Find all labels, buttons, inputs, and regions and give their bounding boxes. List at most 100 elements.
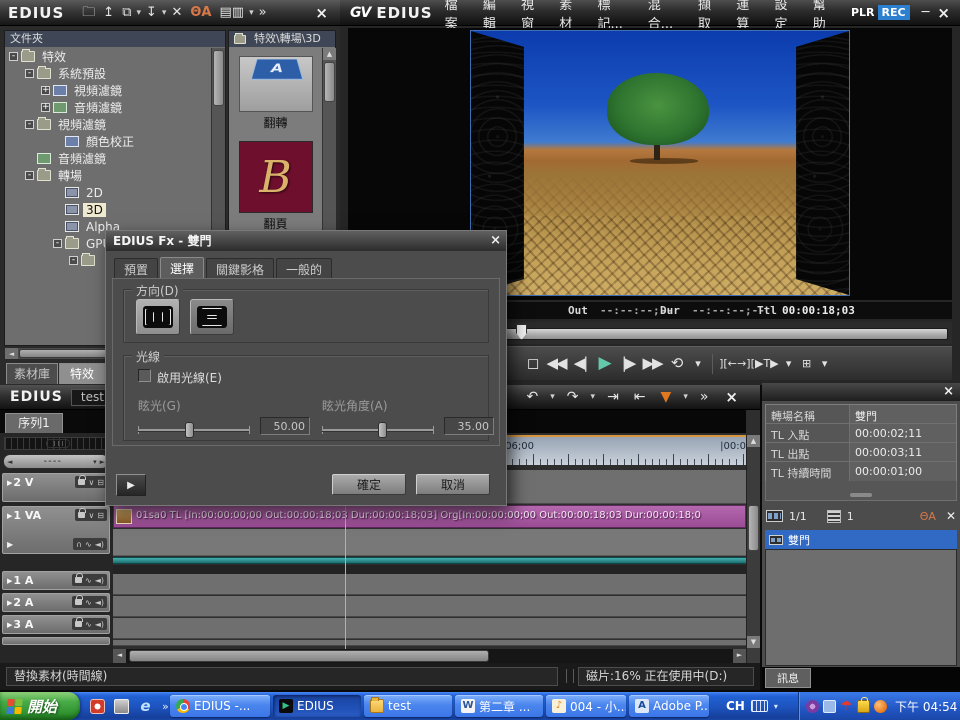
direction-vertical-button[interactable] xyxy=(190,299,234,335)
track-speaker-icon[interactable]: ◄) xyxy=(95,620,104,629)
taskbtn-edius[interactable]: ▶ EDIUS xyxy=(273,695,361,717)
taskbtn-chapter2-doc[interactable]: W 第二章 ... xyxy=(455,695,543,717)
timeline-hscrollbar[interactable]: ◄ ► xyxy=(113,649,746,663)
track-eye-icon[interactable]: ∨ xyxy=(88,478,94,487)
taskbtn-edius-browser[interactable]: EDIUS -... xyxy=(170,695,270,717)
track-expand-icon[interactable]: ▶ xyxy=(7,512,12,520)
track-header-2v[interactable]: ▶2 V ∨⊟ xyxy=(2,473,110,502)
tree-scrollbar-thumb[interactable] xyxy=(213,50,224,106)
fast-forward-button[interactable]: ▶▶ xyxy=(640,356,664,371)
track-lock-icon[interactable] xyxy=(75,621,82,627)
quicklaunch-record-icon[interactable] xyxy=(90,699,105,714)
clip-lower-row[interactable] xyxy=(113,529,746,556)
menu-settings[interactable]: 設定 xyxy=(775,0,800,32)
tray-lock-icon[interactable] xyxy=(857,700,870,713)
track-waveform-icon[interactable]: ∿ xyxy=(85,576,92,585)
menu-clip[interactable]: 素材 xyxy=(559,0,584,32)
open-folder-icon[interactable]: 🗀 xyxy=(78,6,99,19)
track-lock-icon[interactable] xyxy=(78,479,85,485)
track-waveform-icon[interactable]: ∿ xyxy=(85,620,92,629)
track-lock-icon[interactable] xyxy=(78,512,85,518)
play-button[interactable]: ▶ xyxy=(592,355,616,372)
step-back-button[interactable]: ◀| xyxy=(568,356,592,371)
expander-icon[interactable]: + xyxy=(41,103,50,112)
scroll-left-icon[interactable]: ◄ xyxy=(113,649,126,663)
glare-slider[interactable] xyxy=(138,422,250,438)
scroll-right-icon[interactable]: ► xyxy=(733,649,746,663)
audio-track-row-2[interactable] xyxy=(113,596,746,617)
menu-render[interactable]: 運算 xyxy=(736,0,761,32)
tree-item-transitions[interactable]: -轉場 xyxy=(5,167,211,184)
track-speaker-icon[interactable]: ◄) xyxy=(95,576,104,585)
jog-button[interactable]: ▶T▶ xyxy=(755,358,779,369)
transition-thumb-page[interactable]: B 翻頁 xyxy=(239,141,313,232)
plr-button[interactable]: PLR xyxy=(851,6,875,19)
audio-track-row-1[interactable] xyxy=(113,574,746,595)
view-mode-icon[interactable]: ▤▥ xyxy=(215,6,248,19)
timescale-dropdown[interactable]: ◄ ---- ▾ ► xyxy=(3,454,109,469)
track-waveform-icon[interactable]: ∿ xyxy=(85,540,92,549)
menu-mixer[interactable]: 混合... xyxy=(648,0,685,32)
loop-button[interactable]: ⟲ xyxy=(664,356,688,371)
remove-effect-icon[interactable]: ✕ xyxy=(946,509,956,523)
tab-message[interactable]: 訊息 xyxy=(765,668,811,688)
track-mute-icon[interactable]: ∩ xyxy=(76,540,82,549)
timeline-zoom-slider[interactable] xyxy=(4,437,108,450)
track-header-2a[interactable]: ▶2 A ∿◄) xyxy=(2,593,110,612)
track-header-1a[interactable]: ▶1 A ∿◄) xyxy=(2,571,110,590)
export-caret-icon[interactable]: ▾ xyxy=(815,358,833,369)
scroll-up-icon[interactable]: ▲ xyxy=(747,435,760,447)
timeline-hscrollbar-thumb[interactable] xyxy=(129,650,489,662)
quicklaunch-app-icon[interactable] xyxy=(114,699,129,714)
track-header-4a-partial[interactable] xyxy=(2,637,110,645)
sort-icon[interactable]: ΘΑ xyxy=(916,511,940,522)
loop-caret-icon[interactable]: ▾ xyxy=(688,358,706,369)
expander-icon[interactable]: - xyxy=(25,69,34,78)
tree-item-audio-filters[interactable]: +音頻濾鏡 xyxy=(5,99,211,116)
scroll-down-icon[interactable]: ▼ xyxy=(747,636,760,648)
expander-icon[interactable]: - xyxy=(69,256,78,265)
track-eye-icon[interactable]: ∨ xyxy=(88,511,94,520)
stop-button[interactable]: ◻ xyxy=(520,356,544,371)
more-tools-icon[interactable]: » xyxy=(255,6,271,19)
set-out-button[interactable]: →][ xyxy=(737,358,755,369)
redo-caret-icon[interactable]: ▾ xyxy=(590,392,597,402)
jog-caret-icon[interactable]: ▾ xyxy=(779,358,797,369)
audio-track-row-3[interactable] xyxy=(113,618,746,639)
taskbtn-media-004[interactable]: ♪ 004 - 小... xyxy=(546,695,626,717)
palette-close-icon[interactable]: × xyxy=(315,4,328,22)
set-in-button[interactable]: ][← xyxy=(719,358,737,369)
thumb-label[interactable]: 翻轉 xyxy=(239,114,313,131)
insert-mode-icon[interactable]: ⇥ xyxy=(603,390,623,404)
overwrite-mode-icon[interactable]: ⇤ xyxy=(630,390,650,404)
timeline-close-icon[interactable]: × xyxy=(725,388,738,406)
scroll-up-icon[interactable]: ▲ xyxy=(323,48,336,60)
flip-thumbnail-image[interactable]: A xyxy=(239,56,313,112)
menu-window[interactable]: 視窗 xyxy=(521,0,546,32)
tray-antivirus-umbrella-icon[interactable]: ☂ xyxy=(840,700,853,713)
delete-icon[interactable]: ✕ xyxy=(167,6,186,19)
track-expand-icon[interactable]: ▶ xyxy=(7,599,12,607)
expander-icon[interactable]: - xyxy=(25,171,34,180)
track-header-1va[interactable]: ▶1 VA ∨⊟ ▶ ∩∿◄) xyxy=(2,506,110,554)
tab-asset-library[interactable]: 素材庫 xyxy=(6,363,58,384)
info-close-icon[interactable]: × xyxy=(943,384,954,399)
expander-icon[interactable]: - xyxy=(9,52,18,61)
undo-icon[interactable]: ↶ xyxy=(523,390,543,404)
expander-icon[interactable]: - xyxy=(25,120,34,129)
page-thumbnail-image[interactable]: B xyxy=(239,141,313,213)
track-speaker-icon[interactable]: ◄) xyxy=(95,540,104,549)
tree-item-video-filters-2[interactable]: -視頻濾鏡 xyxy=(5,116,211,133)
audio-track-row-partial[interactable] xyxy=(113,640,746,646)
enable-light-checkbox[interactable] xyxy=(138,369,151,382)
add-marker-icon[interactable]: ▼ xyxy=(657,390,676,404)
marker-caret-icon[interactable]: ▾ xyxy=(682,392,689,402)
track-expand-icon[interactable]: ▶ xyxy=(7,621,12,629)
menu-help[interactable]: 幫助 xyxy=(813,0,838,32)
glare-angle-value-field[interactable]: 35.00 xyxy=(444,417,494,435)
scroll-left-icon[interactable]: ◄ xyxy=(5,348,18,359)
menu-marker[interactable]: 標記... xyxy=(598,0,635,32)
rewind-button[interactable]: ◀◀ xyxy=(544,356,568,371)
scroll-left-icon[interactable]: ◄ xyxy=(4,458,12,466)
language-indicator[interactable]: CH xyxy=(726,699,745,713)
